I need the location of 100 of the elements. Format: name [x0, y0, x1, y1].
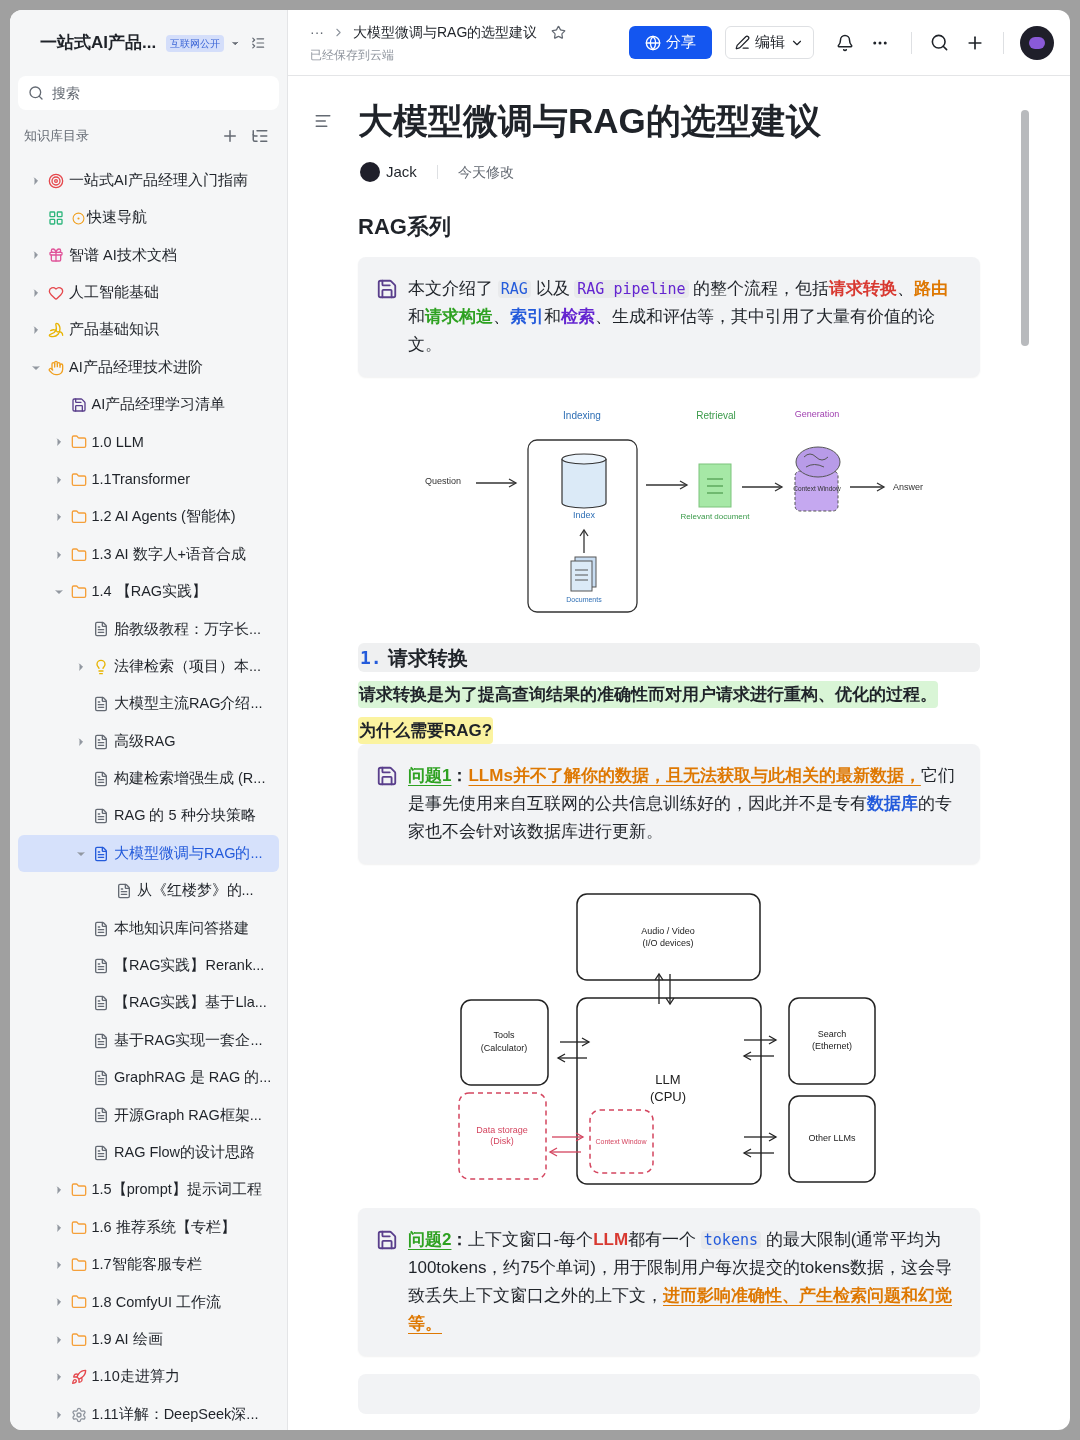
tree-item-label: 本地知识库问答搭建	[114, 918, 249, 938]
search-icon	[28, 85, 44, 101]
document-icon	[93, 995, 109, 1012]
tree-item[interactable]: 1.9 AI 绘画	[18, 1321, 279, 1359]
calculator-label: (Calculator)	[480, 1043, 528, 1053]
tree-item[interactable]: 1.8 ComfyUI 工作流	[18, 1283, 279, 1322]
tree-item[interactable]: AI产品经理技术进阶	[18, 348, 279, 387]
database-icon	[561, 453, 607, 509]
tree-item[interactable]: 高级RAG	[18, 722, 279, 761]
tree-item[interactable]: 1.7智能客服专栏	[18, 1246, 279, 1284]
tree-item[interactable]: 快速导航	[18, 199, 279, 237]
modified-time: 今天修改	[457, 162, 514, 182]
tree-item-label: 大模型主流RAG介绍...	[114, 694, 263, 714]
visibility-badge: 互联网公开	[166, 34, 225, 52]
folder-icon	[70, 1294, 87, 1311]
io-devices-label: (I/O devices)	[642, 938, 694, 948]
arrow	[654, 972, 664, 1005]
breadcrumb-title[interactable]: 大模型微调与RAG的选型建议	[353, 21, 538, 43]
document-icon	[93, 770, 109, 787]
tree-item[interactable]: 本地知识库问答搭建	[18, 909, 279, 948]
tree-item-label: 智谱 AI技术文档	[69, 245, 177, 265]
document-icon	[93, 733, 109, 750]
document-icon	[93, 1144, 109, 1161]
folder-icon	[70, 471, 87, 488]
answer-label: Answer	[893, 482, 923, 492]
document-icon	[93, 1107, 109, 1124]
tree-item[interactable]: GraphRAG 是 RAG 的...	[18, 1059, 279, 1097]
generation-label: Generation	[794, 409, 840, 419]
circle-icon	[72, 211, 85, 225]
folder-icon	[70, 1219, 87, 1236]
tree-item[interactable]: 1.5【prompt】提示词工程	[18, 1171, 279, 1209]
tree-item[interactable]: 1.10走进算力	[18, 1358, 279, 1396]
hand-icon	[48, 359, 64, 376]
search-icon[interactable]	[930, 33, 949, 52]
tree-item[interactable]: 大模型微调与RAG的...	[18, 835, 279, 873]
author-name[interactable]: Jack	[386, 160, 417, 184]
globe-icon	[645, 34, 661, 51]
llm-label: LLM	[655, 1072, 681, 1087]
tree-item-label: 1.3 AI 数字人+语音合成	[91, 544, 247, 564]
gear-icon	[70, 1406, 87, 1423]
tree-item[interactable]: 一站式AI产品经理入门指南	[18, 162, 279, 200]
tree-item[interactable]: 人工智能基础	[18, 274, 279, 312]
tree-item-label: 1.7智能客服专栏	[91, 1255, 202, 1275]
highlighted-text: 请求转换是为了提高查询结果的准确性而对用户请求进行重构、优化的过程。	[358, 681, 938, 708]
tree-item-label: 1.6 推荐系统【专栏】	[91, 1217, 236, 1237]
list-icon[interactable]	[251, 127, 269, 145]
folder-icon	[70, 434, 87, 451]
tree-item-label: 人工智能基础	[69, 283, 159, 302]
heart-icon	[48, 284, 64, 301]
save-status: 已经保存到云端	[310, 46, 395, 64]
brain-icon	[794, 446, 841, 512]
heading-number: 1.	[360, 646, 382, 670]
folder-icon	[70, 1182, 87, 1199]
tree-item[interactable]: 1.0 LLM	[18, 423, 279, 462]
grid-icon	[48, 210, 64, 227]
subsection-heading: 请求转换	[387, 645, 468, 671]
tree-item[interactable]: 开源Graph RAG框架...	[18, 1096, 279, 1135]
tree-item[interactable]: AI产品经理学习清单	[18, 386, 279, 424]
scrollbar[interactable]	[1021, 110, 1029, 346]
document-icon	[93, 920, 109, 937]
tree-item[interactable]: 大模型主流RAG介绍...	[18, 685, 279, 723]
edit-button[interactable]: 编辑	[725, 26, 814, 59]
tree-item[interactable]: 1.3 AI 数字人+语音合成	[18, 535, 279, 574]
star-icon[interactable]	[551, 24, 567, 40]
share-button[interactable]: 分享	[629, 26, 712, 59]
bell-icon[interactable]	[836, 33, 854, 52]
tree-item[interactable]: 【RAG实践】基于Lla...	[18, 984, 279, 1022]
arrow	[559, 1037, 591, 1047]
tree-item[interactable]: 构建检索增强生成 (R...	[18, 760, 279, 798]
more-button[interactable]: ···	[310, 21, 324, 43]
index-label: Index	[573, 510, 595, 520]
tree-item[interactable]: 1.11详解：DeepSeek深...	[18, 1395, 279, 1430]
document-icon	[93, 696, 109, 713]
tree-item-label: GraphRAG 是 RAG 的...	[114, 1068, 272, 1088]
tree-item-label: 1.11详解：DeepSeek深...	[91, 1404, 259, 1424]
tree-item[interactable]: 基于RAG实现一套企...	[18, 1022, 279, 1060]
tree-item[interactable]: RAG 的 5 种分块策略	[18, 797, 279, 836]
tree-item-label: 1.4 【RAG实践】	[91, 582, 208, 602]
tree-item[interactable]: 1.1Transformer	[18, 461, 279, 499]
tree-item[interactable]: 从《红楼梦》的...	[18, 872, 279, 910]
document-icon	[93, 1032, 109, 1049]
tree-item[interactable]: 1.2 AI Agents (智能体)	[18, 498, 279, 536]
tree-item-label: 1.0 LLM	[91, 432, 144, 452]
tree-item[interactable]: 智谱 AI技术文档	[18, 236, 279, 275]
tree-item[interactable]: RAG Flow的设计思路	[18, 1134, 279, 1172]
section-heading: RAG系列	[358, 213, 452, 241]
tree-item-label: 高级RAG	[114, 731, 176, 751]
outline-icon[interactable]	[314, 112, 332, 130]
tree-item[interactable]: 胎教级教程：万字长...	[18, 610, 279, 649]
tree-item-label: 产品基础知识	[69, 320, 159, 340]
tree-item-label: 快速导航	[87, 208, 147, 228]
context-window-box	[589, 1109, 654, 1174]
tree-item[interactable]: 1.4 【RAG实践】	[18, 573, 279, 611]
tree-item[interactable]: 【RAG实践】Rerank...	[18, 947, 279, 985]
tree-item[interactable]: 法律检索（项目）本...	[18, 648, 279, 686]
tree-item-label: 开源Graph RAG框架...	[114, 1105, 262, 1125]
search-field[interactable]: 搜索	[18, 76, 279, 110]
tree-item[interactable]: 1.6 推荐系统【专栏】	[18, 1208, 279, 1247]
tree-item[interactable]: 产品基础知识	[18, 311, 279, 349]
avatar[interactable]	[1020, 25, 1054, 60]
